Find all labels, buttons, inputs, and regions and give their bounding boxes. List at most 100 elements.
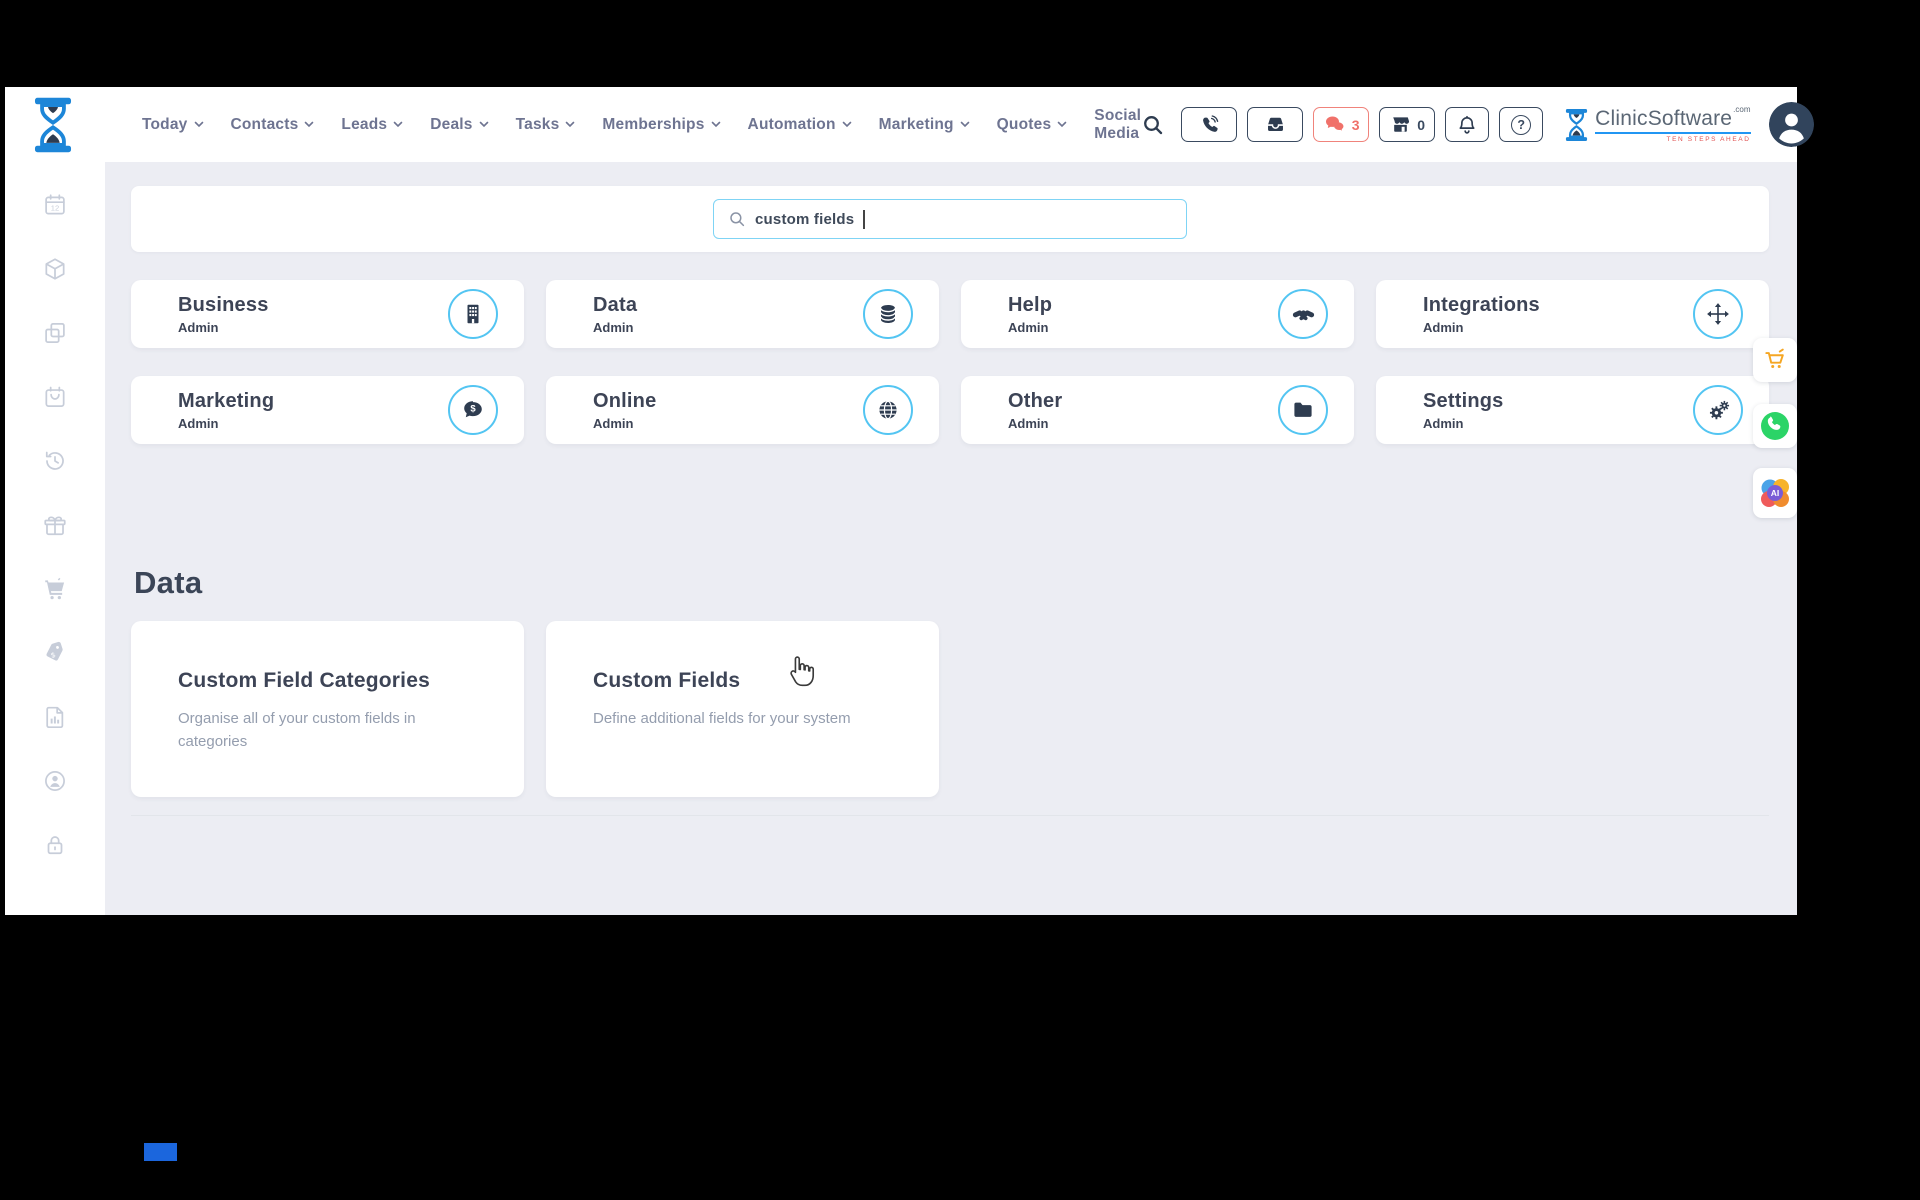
- whatsapp-icon: [1761, 412, 1789, 440]
- store-button[interactable]: 0: [1379, 107, 1436, 142]
- brand-name: ClinicSoftware: [1595, 106, 1733, 130]
- products-cube-icon[interactable]: [42, 256, 68, 282]
- search-icon[interactable]: [1141, 113, 1165, 137]
- chevron-down-icon: [842, 121, 851, 128]
- chevron-down-icon: [393, 121, 403, 128]
- question-mark-icon: ?: [1511, 114, 1532, 135]
- card-description: Define additional fields for your system: [593, 710, 851, 727]
- card-custom-fields[interactable]: Custom Fields Define additional fields f…: [546, 621, 939, 797]
- price-tag-icon[interactable]: $: [42, 640, 68, 666]
- nav-item-automation[interactable]: Automation: [748, 116, 852, 134]
- brand-tagline: TEN STEPS AHEAD: [1666, 135, 1751, 143]
- nav-item-quotes[interactable]: Quotes: [997, 116, 1068, 134]
- search-value: custom fields: [755, 210, 855, 228]
- header-actions: 3 0 ? ClinicSoftware .com TEN STEPS AHEA…: [1141, 102, 1814, 147]
- security-lock-icon[interactable]: [42, 832, 68, 858]
- category-card-other[interactable]: Other Admin: [961, 376, 1354, 444]
- nav-item-label: Today: [142, 115, 188, 133]
- store-count-badge: 0: [1417, 116, 1426, 133]
- nav-item-label: Quotes: [996, 115, 1052, 133]
- section-divider: [131, 815, 1769, 816]
- calendar-icon[interactable]: 12: [42, 192, 68, 218]
- category-subtitle: Admin: [593, 415, 634, 431]
- nav-item-contacts[interactable]: Contacts: [231, 116, 315, 134]
- history-icon[interactable]: [42, 448, 68, 474]
- clinicsoftware-hourglass-logo[interactable]: [30, 96, 76, 154]
- chevron-down-icon: [566, 121, 575, 128]
- category-title: Integrations: [1423, 293, 1540, 316]
- gift-icon[interactable]: [42, 512, 68, 538]
- quick-whatsapp-button[interactable]: [1753, 404, 1797, 448]
- clients-user-circle-icon[interactable]: [42, 768, 68, 794]
- category-title: Business: [178, 293, 269, 316]
- chevron-down-icon: [305, 121, 314, 128]
- quick-cart-button[interactable]: [1753, 338, 1797, 382]
- category-subtitle: Admin: [1423, 415, 1464, 431]
- card-custom-field-categories[interactable]: Custom Field Categories Organise all of …: [131, 621, 524, 797]
- nav-item-social-media[interactable]: Social Media: [1094, 107, 1141, 143]
- category-card-data[interactable]: Data Admin: [546, 280, 939, 348]
- clinicsoftware-brand-logo[interactable]: ClinicSoftware .com TEN STEPS AHEAD: [1563, 104, 1751, 143]
- search-icon: [730, 212, 745, 227]
- section-heading-data: Data: [134, 565, 203, 600]
- nav-item-label: Leads: [341, 115, 388, 133]
- category-title: Marketing: [178, 389, 275, 412]
- chat-bubbles-icon: [1325, 116, 1345, 132]
- nav-item-label: Tasks: [515, 115, 560, 133]
- category-subtitle: Admin: [1008, 319, 1049, 335]
- chevron-down-icon: [194, 121, 203, 128]
- category-grid: Business Admin Data Admin Help Admin Int…: [131, 280, 1769, 444]
- category-card-marketing[interactable]: Marketing Admin $: [131, 376, 524, 444]
- nav-item-label: Marketing: [878, 115, 954, 133]
- chat-button[interactable]: 3: [1313, 107, 1370, 142]
- nav-item-memberships[interactable]: Memberships: [602, 116, 720, 134]
- chevron-down-icon: [479, 121, 488, 128]
- move-arrows-icon: [1693, 289, 1743, 339]
- nav-item-tasks[interactable]: Tasks: [516, 116, 576, 134]
- admin-search-input[interactable]: custom fields: [713, 199, 1187, 239]
- category-title: Other: [1008, 389, 1063, 412]
- nav-item-label: Memberships: [602, 115, 705, 133]
- duplicate-copy-icon[interactable]: [42, 320, 68, 346]
- category-card-settings[interactable]: Settings Admin: [1376, 376, 1769, 444]
- handshake-icon: [1278, 289, 1328, 339]
- notifications-button[interactable]: [1445, 107, 1490, 142]
- quick-ai-assistant-button[interactable]: AI: [1753, 468, 1797, 518]
- chat-count-badge: 3: [1351, 116, 1360, 133]
- category-card-online[interactable]: Online Admin: [546, 376, 939, 444]
- search-panel: custom fields: [131, 186, 1769, 252]
- chevron-down-icon: [1057, 121, 1067, 128]
- phone-button[interactable]: [1181, 107, 1238, 142]
- brand-hourglass-icon: [1566, 108, 1588, 141]
- user-avatar[interactable]: [1768, 102, 1814, 147]
- nav-item-today[interactable]: Today: [142, 116, 204, 134]
- ai-assistant-icon: AI: [1761, 479, 1789, 507]
- card-description: Organise all of your custom fields in ca…: [178, 710, 416, 750]
- left-sidebar: 12 $: [5, 162, 105, 915]
- category-card-integrations[interactable]: Integrations Admin: [1376, 280, 1769, 348]
- nav-item-marketing[interactable]: Marketing: [879, 116, 970, 134]
- category-card-help[interactable]: Help Admin: [961, 280, 1354, 348]
- text-caret: [863, 209, 865, 229]
- bookings-calendar-icon[interactable]: [42, 384, 68, 410]
- nav-item-leads[interactable]: Leads: [341, 116, 403, 134]
- inbox-icon: [1267, 117, 1283, 132]
- inbox-button[interactable]: [1247, 107, 1304, 142]
- category-card-business[interactable]: Business Admin: [131, 280, 524, 348]
- category-subtitle: Admin: [1423, 319, 1464, 335]
- main-menu: Today Contacts Leads Deals Tasks Members…: [142, 107, 1141, 143]
- cart-icon[interactable]: [42, 576, 68, 602]
- comment-dollar-icon: $: [448, 385, 498, 435]
- reports-document-icon[interactable]: [42, 704, 68, 730]
- brand-tld: .com: [1733, 104, 1751, 114]
- help-button[interactable]: ?: [1499, 107, 1544, 142]
- card-title: Custom Field Categories: [178, 669, 430, 692]
- store-icon: [1393, 117, 1410, 132]
- chevron-down-icon: [711, 121, 720, 128]
- category-title: Online: [593, 389, 657, 412]
- category-title: Settings: [1423, 389, 1504, 412]
- brand-text: ClinicSoftware .com TEN STEPS AHEAD: [1595, 104, 1751, 143]
- phone-icon: [1203, 114, 1219, 132]
- nav-item-deals[interactable]: Deals: [430, 116, 488, 134]
- nav-item-label: Automation: [747, 115, 836, 133]
